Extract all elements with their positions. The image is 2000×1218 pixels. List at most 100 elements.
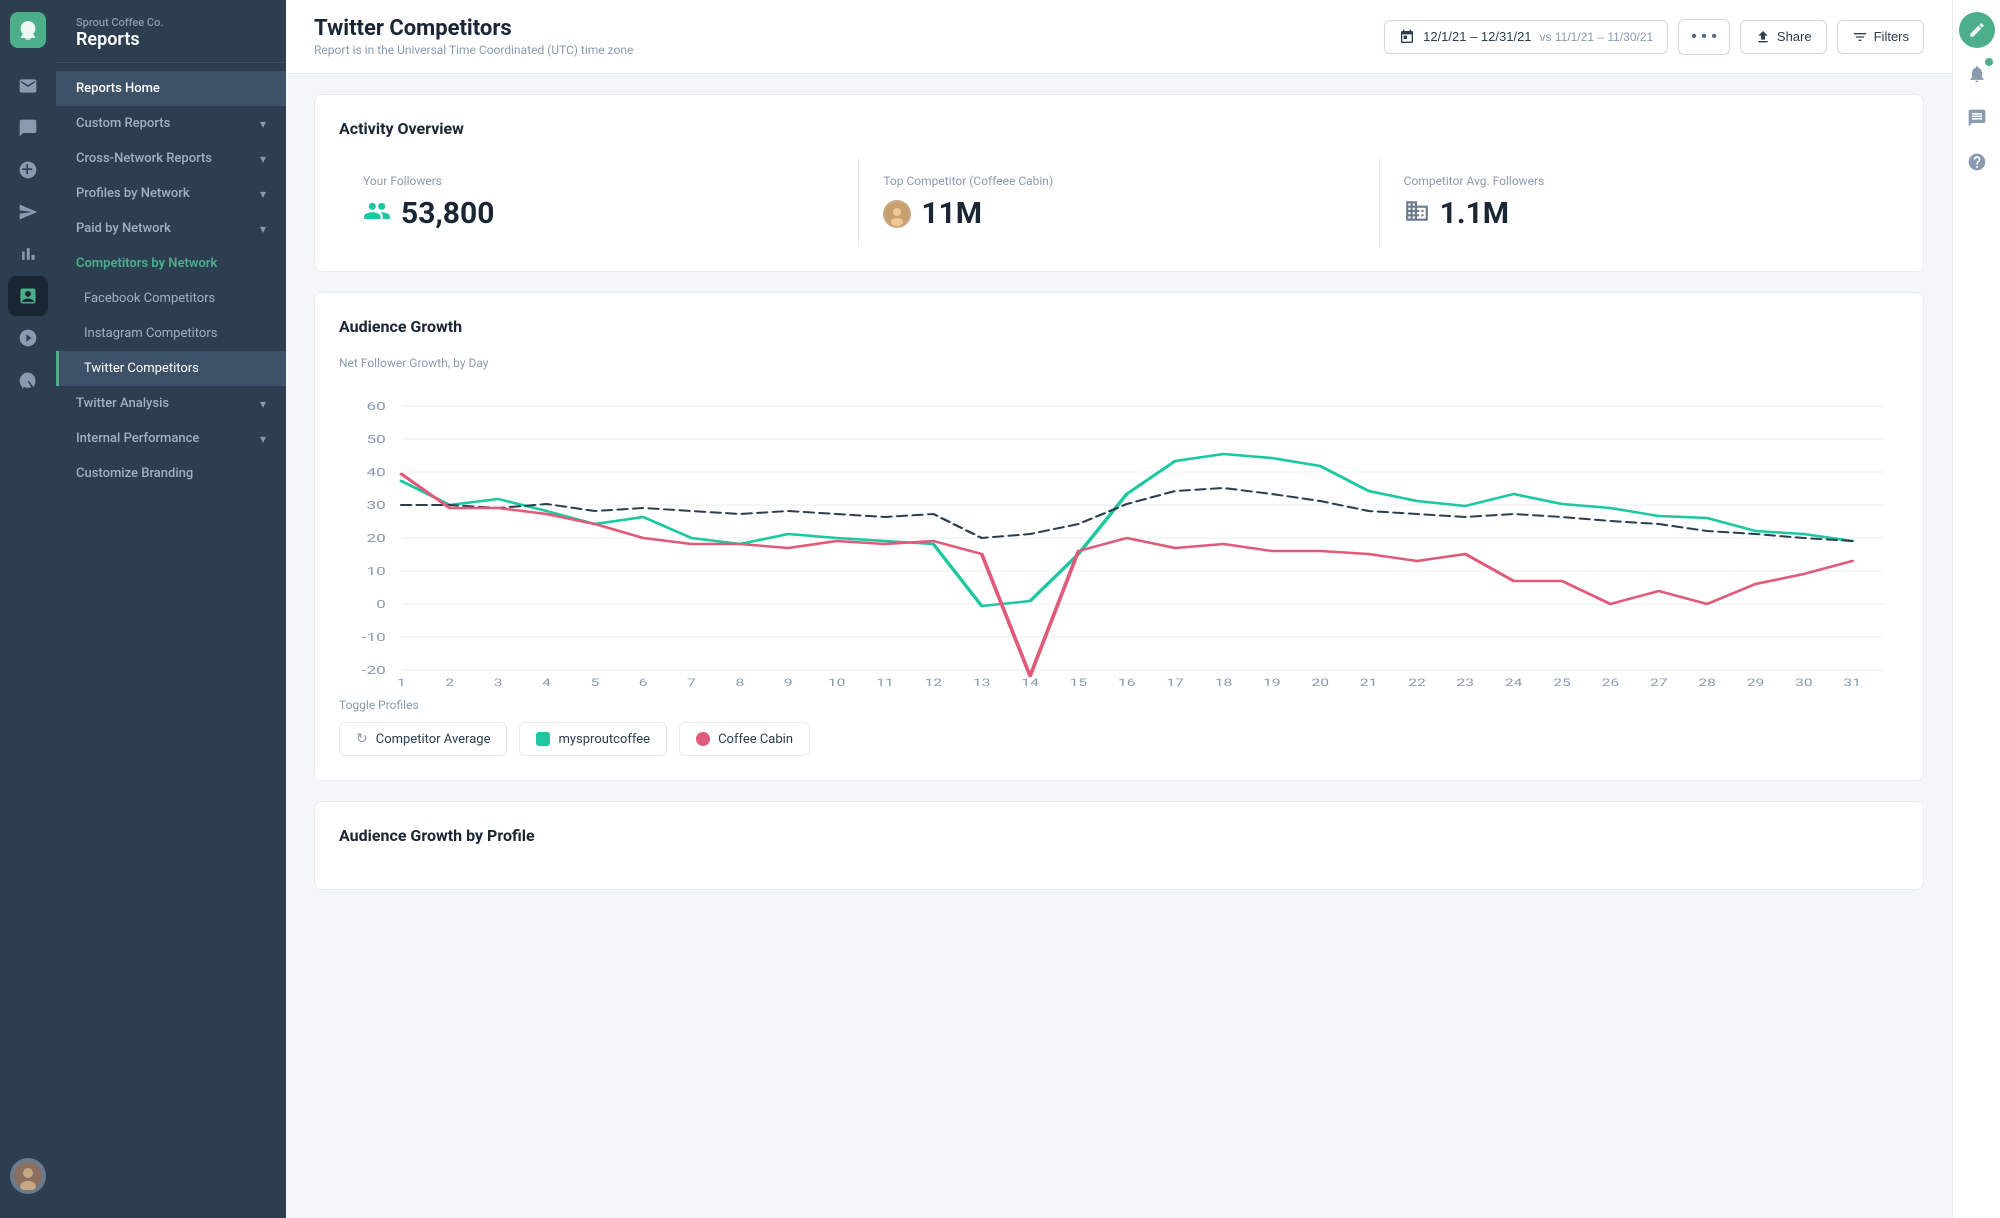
svg-text:13: 13 [973, 678, 991, 686]
sidebar-sub-item-instagram-competitors[interactable]: Instagram Competitors [56, 316, 286, 351]
sidebar-item-customize-branding[interactable]: Customize Branding [56, 456, 286, 491]
nav-reports[interactable] [8, 276, 48, 316]
teal-legend-dot [536, 732, 550, 746]
chart-container: 60 50 40 30 20 10 0 -10 -20 1 [339, 386, 1899, 686]
svg-text:1: 1 [397, 678, 406, 686]
bell-icon [1967, 64, 1987, 84]
top-competitor-label: Top Competitor (Coffeee Cabin) [883, 174, 1354, 188]
filters-button[interactable]: Filters [1837, 20, 1924, 54]
svg-text:26: 26 [1602, 678, 1620, 686]
svg-text:29: 29 [1747, 678, 1765, 686]
chevron-down-icon: ▾ [260, 187, 266, 201]
followers-icon [363, 197, 391, 231]
right-bar [1952, 0, 2000, 1218]
nav-analytics[interactable] [8, 234, 48, 274]
content-area: Activity Overview Your Followers 53,800 [286, 74, 1952, 1218]
your-followers-number: 53,800 [401, 196, 494, 231]
chevron-down-icon: ▾ [260, 397, 266, 411]
nav-listening[interactable] [8, 360, 48, 400]
svg-text:40: 40 [367, 466, 386, 479]
legend-coffee-cabin[interactable]: Coffee Cabin [679, 722, 810, 756]
page-subtitle: Report is in the Universal Time Coordina… [314, 43, 633, 57]
audience-growth-chart: 60 50 40 30 20 10 0 -10 -20 1 [339, 386, 1899, 686]
your-followers-value-row: 53,800 [363, 196, 834, 231]
svg-text:60: 60 [367, 400, 386, 413]
svg-text:3: 3 [494, 678, 503, 686]
sidebar-item-competitors-by-network[interactable]: Competitors by Network [56, 246, 286, 281]
share-button[interactable]: Share [1740, 20, 1827, 54]
stats-row: Your Followers 53,800 Top Competitor (Co… [339, 158, 1899, 247]
svg-text:31: 31 [1843, 678, 1861, 686]
svg-text:6: 6 [639, 678, 648, 686]
page-title-block: Twitter Competitors Report is in the Uni… [314, 16, 633, 57]
svg-text:20: 20 [1311, 678, 1329, 686]
avg-followers-stat: Competitor Avg. Followers 1.1M [1380, 158, 1899, 247]
svg-text:10: 10 [367, 565, 386, 578]
svg-text:8: 8 [736, 678, 745, 686]
sidebar-item-twitter-analysis[interactable]: Twitter Analysis ▾ [56, 386, 286, 421]
svg-text:16: 16 [1118, 678, 1136, 686]
chart-label: Net Follower Growth, by Day [339, 356, 1899, 370]
svg-text:25: 25 [1553, 678, 1571, 686]
section-title: Reports [76, 29, 266, 50]
feedback-button[interactable] [1959, 100, 1995, 136]
calendar-icon [1399, 29, 1415, 45]
help-icon [1967, 152, 1987, 172]
nav-tasks[interactable] [8, 150, 48, 190]
help-button[interactable] [1959, 144, 1995, 180]
sidebar-sub-item-facebook-competitors[interactable]: Facebook Competitors [56, 281, 286, 316]
competitor-avatar [883, 200, 911, 228]
date-range-button[interactable]: 12/1/21 – 12/31/21 vs 11/1/21 – 11/30/21 [1384, 20, 1668, 54]
icon-bar [0, 0, 56, 1218]
nav-inbox[interactable] [8, 66, 48, 106]
svg-text:4: 4 [542, 678, 552, 686]
notification-badge [1985, 58, 1993, 66]
svg-text:30: 30 [367, 499, 386, 512]
svg-text:50: 50 [367, 433, 386, 446]
svg-text:27: 27 [1650, 678, 1668, 686]
svg-text:10: 10 [828, 678, 846, 686]
svg-text:2: 2 [445, 678, 454, 686]
toggle-profiles-label: Toggle Profiles [339, 698, 1899, 712]
notifications-button[interactable] [1959, 56, 1995, 92]
compose-button[interactable] [1959, 12, 1995, 48]
chat-icon [1967, 108, 1987, 128]
sidebar-item-reports-home[interactable]: Reports Home [56, 71, 286, 106]
app-logo[interactable] [10, 12, 46, 48]
svg-text:11: 11 [876, 678, 894, 686]
svg-text:17: 17 [1166, 678, 1184, 686]
sidebar-item-custom-reports[interactable]: Custom Reports ▾ [56, 106, 286, 141]
svg-text:14: 14 [1021, 678, 1039, 686]
refresh-icon: ↻ [356, 731, 368, 747]
sidebar-item-profiles-by-network[interactable]: Profiles by Network ▾ [56, 176, 286, 211]
nav-automation[interactable] [8, 318, 48, 358]
svg-text:30: 30 [1795, 678, 1813, 686]
svg-text:7: 7 [687, 678, 696, 686]
legend-row: ↻ Competitor Average mysproutcoffee Coff… [339, 722, 1899, 756]
audience-growth-title: Audience Growth [339, 317, 1899, 336]
chevron-down-icon: ▾ [260, 117, 266, 131]
svg-text:-20: -20 [362, 664, 386, 677]
sidebar-item-paid-by-network[interactable]: Paid by Network ▾ [56, 211, 286, 246]
sidebar-item-cross-network[interactable]: Cross-Network Reports ▾ [56, 141, 286, 176]
nav-publish[interactable] [8, 192, 48, 232]
sidebar-sub-item-twitter-competitors[interactable]: Twitter Competitors [56, 351, 286, 386]
user-avatar[interactable] [10, 1158, 46, 1194]
audience-growth-card: Audience Growth Net Follower Growth, by … [314, 292, 1924, 781]
svg-text:19: 19 [1263, 678, 1281, 686]
your-followers-label: Your Followers [363, 174, 834, 188]
svg-text:28: 28 [1698, 678, 1716, 686]
legend-competitor-average[interactable]: ↻ Competitor Average [339, 722, 507, 756]
nav-messages[interactable] [8, 108, 48, 148]
your-followers-stat: Your Followers 53,800 [339, 158, 859, 247]
avg-followers-value-row: 1.1M [1404, 196, 1875, 231]
legend-mysproutcoffee[interactable]: mysproutcoffee [519, 722, 667, 756]
svg-text:12: 12 [925, 678, 943, 686]
svg-text:15: 15 [1070, 678, 1088, 686]
svg-text:18: 18 [1215, 678, 1233, 686]
sidebar-item-internal-performance[interactable]: Internal Performance ▾ [56, 421, 286, 456]
svg-text:23: 23 [1457, 678, 1475, 686]
more-options-button[interactable]: • • • [1678, 19, 1730, 55]
svg-text:24: 24 [1505, 678, 1523, 686]
building-icon [1404, 198, 1430, 230]
